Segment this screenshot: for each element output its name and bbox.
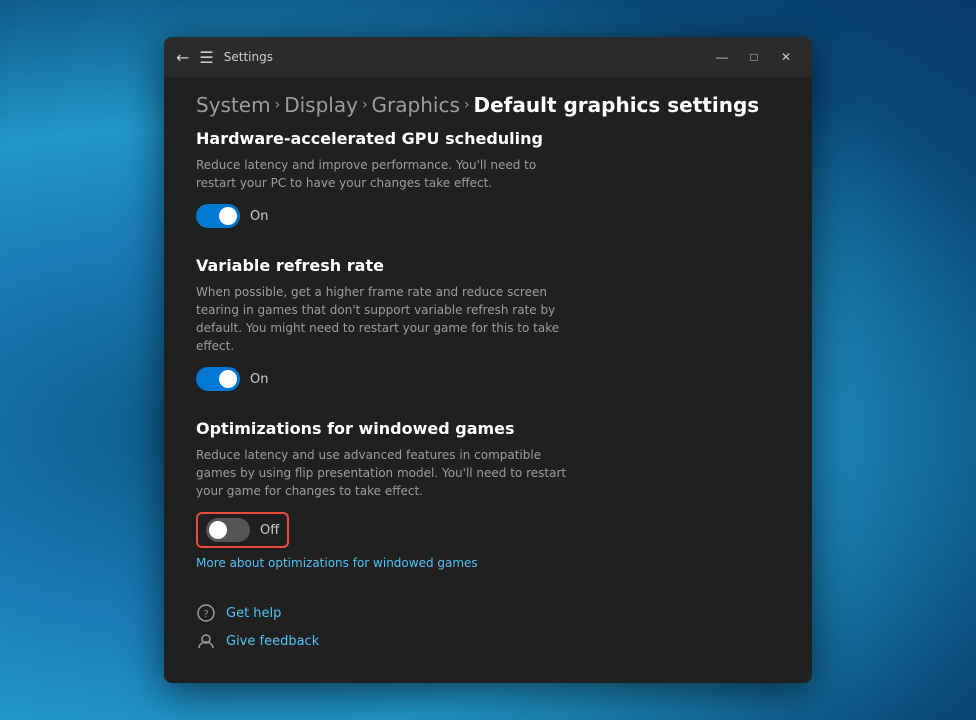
footer-links: ? Get help Give feedback xyxy=(196,603,780,651)
variable-refresh-title: Variable refresh rate xyxy=(196,256,780,275)
windowed-games-toggle-label: Off xyxy=(260,523,279,538)
breadcrumb-sep-1: › xyxy=(275,97,281,113)
gpu-scheduling-toggle-row: On xyxy=(196,204,780,228)
windowed-games-toggle-highlighted: Off xyxy=(196,512,289,548)
windowed-games-toggle[interactable] xyxy=(206,518,250,542)
breadcrumb-system[interactable]: System xyxy=(196,93,271,117)
breadcrumb-graphics[interactable]: Graphics xyxy=(372,93,460,117)
breadcrumb: System › Display › Graphics › Default gr… xyxy=(196,93,780,117)
get-help-label: Get help xyxy=(226,606,281,621)
back-icon[interactable]: ← xyxy=(176,48,189,67)
gpu-scheduling-section: Hardware-accelerated GPU scheduling Redu… xyxy=(196,129,780,228)
gpu-scheduling-toggle-label: On xyxy=(250,209,268,224)
close-button[interactable]: ✕ xyxy=(772,43,800,71)
windowed-games-section: Optimizations for windowed games Reduce … xyxy=(196,419,780,571)
windowed-games-description: Reduce latency and use advanced features… xyxy=(196,446,576,500)
variable-refresh-toggle-label: On xyxy=(250,372,268,387)
svg-text:?: ? xyxy=(204,608,209,620)
windowed-games-title: Optimizations for windowed games xyxy=(196,419,780,438)
breadcrumb-current: Default graphics settings xyxy=(473,93,759,117)
give-feedback-label: Give feedback xyxy=(226,634,319,649)
window-title: Settings xyxy=(224,50,273,64)
give-feedback-icon xyxy=(196,631,216,651)
breadcrumb-sep-3: › xyxy=(464,97,470,113)
variable-refresh-section: Variable refresh rate When possible, get… xyxy=(196,256,780,391)
variable-refresh-toggle[interactable] xyxy=(196,367,240,391)
maximize-button[interactable]: □ xyxy=(740,43,768,71)
minimize-button[interactable]: — xyxy=(708,43,736,71)
breadcrumb-display[interactable]: Display xyxy=(284,93,358,117)
window-controls: — □ ✕ xyxy=(708,43,800,71)
settings-window: ← ☰ Settings — □ ✕ System › Display › Gr… xyxy=(164,37,812,683)
windowed-games-link[interactable]: More about optimizations for windowed ga… xyxy=(196,556,478,570)
breadcrumb-sep-2: › xyxy=(362,97,368,113)
gpu-scheduling-title: Hardware-accelerated GPU scheduling xyxy=(196,129,780,148)
gpu-scheduling-toggle-thumb xyxy=(219,207,237,225)
variable-refresh-description: When possible, get a higher frame rate a… xyxy=(196,283,576,355)
gpu-scheduling-toggle[interactable] xyxy=(196,204,240,228)
windowed-games-toggle-thumb xyxy=(209,521,227,539)
variable-refresh-toggle-row: On xyxy=(196,367,780,391)
hamburger-icon[interactable]: ☰ xyxy=(199,48,213,67)
windowed-games-toggle-row: Off xyxy=(196,512,780,548)
title-bar: ← ☰ Settings — □ ✕ xyxy=(164,37,812,77)
gpu-scheduling-description: Reduce latency and improve performance. … xyxy=(196,156,576,192)
title-bar-left: ← ☰ Settings xyxy=(176,48,273,67)
give-feedback-item[interactable]: Give feedback xyxy=(196,631,780,651)
get-help-item[interactable]: ? Get help xyxy=(196,603,780,623)
content-area: System › Display › Graphics › Default gr… xyxy=(164,77,812,683)
variable-refresh-toggle-thumb xyxy=(219,370,237,388)
get-help-icon: ? xyxy=(196,603,216,623)
